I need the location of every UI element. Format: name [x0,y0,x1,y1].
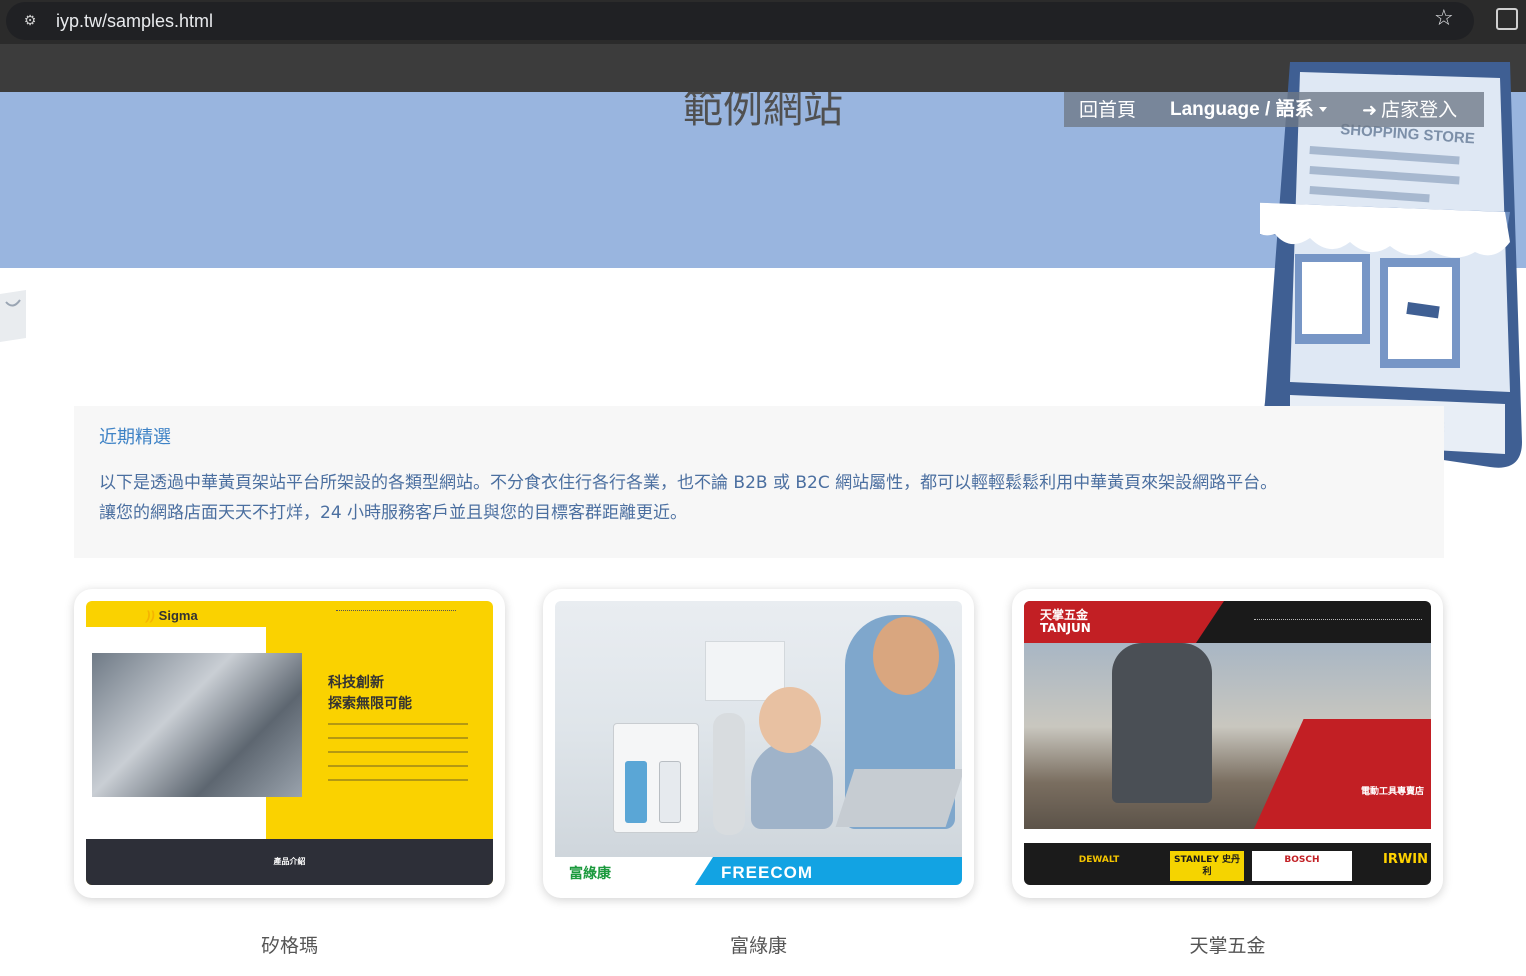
tanjun-logo-english: TANJUN [1040,621,1091,635]
chevron-down-icon [1318,107,1327,113]
freecom-logo-english: FREECOM [721,863,813,882]
sample-card-tanjun[interactable]: 天掌五金 TANJUN 電動工具專賣店 DEWALT STANLEY 史丹利 B… [1012,589,1443,898]
description-line-1: 以下是透過中華黃頁架站平台所架設的各類型網站。不分食衣住行各行各業，也不論 B2… [99,473,1278,493]
sigma-logo-mark: )) [146,608,155,623]
sample-thumbnail[interactable]: )) Sigma 科技創新 探索無限可能 產品介紹 [86,601,493,885]
brand-logo: IRWIN [1383,852,1428,867]
sigma-headline: 科技創新 探索無限可能 [328,673,412,715]
father-head [873,617,939,695]
featured-title: 近期精選 [99,427,171,448]
nav-home-link[interactable]: 回首頁 [1079,98,1136,122]
water-dispenser [713,713,745,835]
sign-in-icon: ➜ [1362,100,1378,121]
description-line-2: 讓您的網路店面天天不打烊，24 小時服務客戶並且與您的目標客群距離更近。 [99,503,688,523]
filter-cartridge [625,761,647,823]
featured-description: 以下是透過中華黃頁架站平台所架設的各類型網站。不分食衣住行各行各業，也不論 B2… [99,468,1419,528]
sigma-footer: 產品介紹 [86,839,493,885]
store-login-label: 店家登入 [1381,99,1458,121]
top-nav: 回首頁 Language / 語系 ➜ 店家登入 [1064,92,1484,127]
baby-head [759,687,821,753]
language-dropdown[interactable]: Language / 語系 [1170,98,1327,122]
thumb-nav [336,610,456,614]
worker-figure [1112,643,1212,803]
address-bar[interactable]: ⚙ iyp.tw/samples.html [6,2,1474,40]
sample-card-freecom[interactable]: 富綠康 FREECOM [543,589,974,898]
shopping-bag-decoration [0,290,26,342]
sample-thumbnail[interactable]: 富綠康 FREECOM [555,601,962,885]
brand-logo: STANLEY 史丹利 [1170,851,1244,881]
brand-logo: BOSCH [1252,851,1352,881]
bookmark-star-icon[interactable]: ☆ [1434,7,1454,31]
filter-cartridge [659,761,681,823]
sample-card-sigma[interactable]: )) Sigma 科技創新 探索無限可能 產品介紹 [74,589,505,898]
laptop [835,769,962,827]
language-label: Language / 語系 [1170,99,1314,120]
extensions-icon[interactable] [1496,8,1518,30]
sigma-footer-label: 產品介紹 [273,857,306,866]
sigma-logo-text: Sigma [158,608,198,623]
sample-thumbnail[interactable]: 天掌五金 TANJUN 電動工具專賣店 DEWALT STANLEY 史丹利 B… [1024,601,1431,885]
tanjun-banner-text: 電動工具專賣店 [1360,787,1424,797]
store-login-link[interactable]: ➜ 店家登入 [1362,98,1457,123]
freecom-logo-chinese: 富綠康 [569,866,611,882]
baby-figure [751,741,833,829]
tanjun-logo: 天掌五金 TANJUN [1040,609,1091,635]
sigma-body-text [328,723,468,793]
featured-intro: 近期精選 以下是透過中華黃頁架站平台所架設的各類型網站。不分食衣住行各行各業，也… [74,406,1444,558]
sample-caption-tanjun[interactable]: 天掌五金 [1012,932,1443,960]
thumb-nav [1254,619,1422,622]
brand-logo: DEWALT [1078,855,1120,865]
sigma-headline-1: 科技創新 [328,675,384,691]
url-text[interactable]: iyp.tw/samples.html [56,11,213,31]
site-info-icon[interactable]: ⚙ [20,11,40,31]
sample-caption-freecom[interactable]: 富綠康 [543,932,974,960]
thumb-divider [1024,829,1431,843]
sigma-headline-2: 探索無限可能 [328,696,412,712]
sample-caption-sigma[interactable]: 矽格瑪 [74,932,505,960]
sigma-logo: )) Sigma [146,608,198,623]
lab-photo [92,653,302,797]
